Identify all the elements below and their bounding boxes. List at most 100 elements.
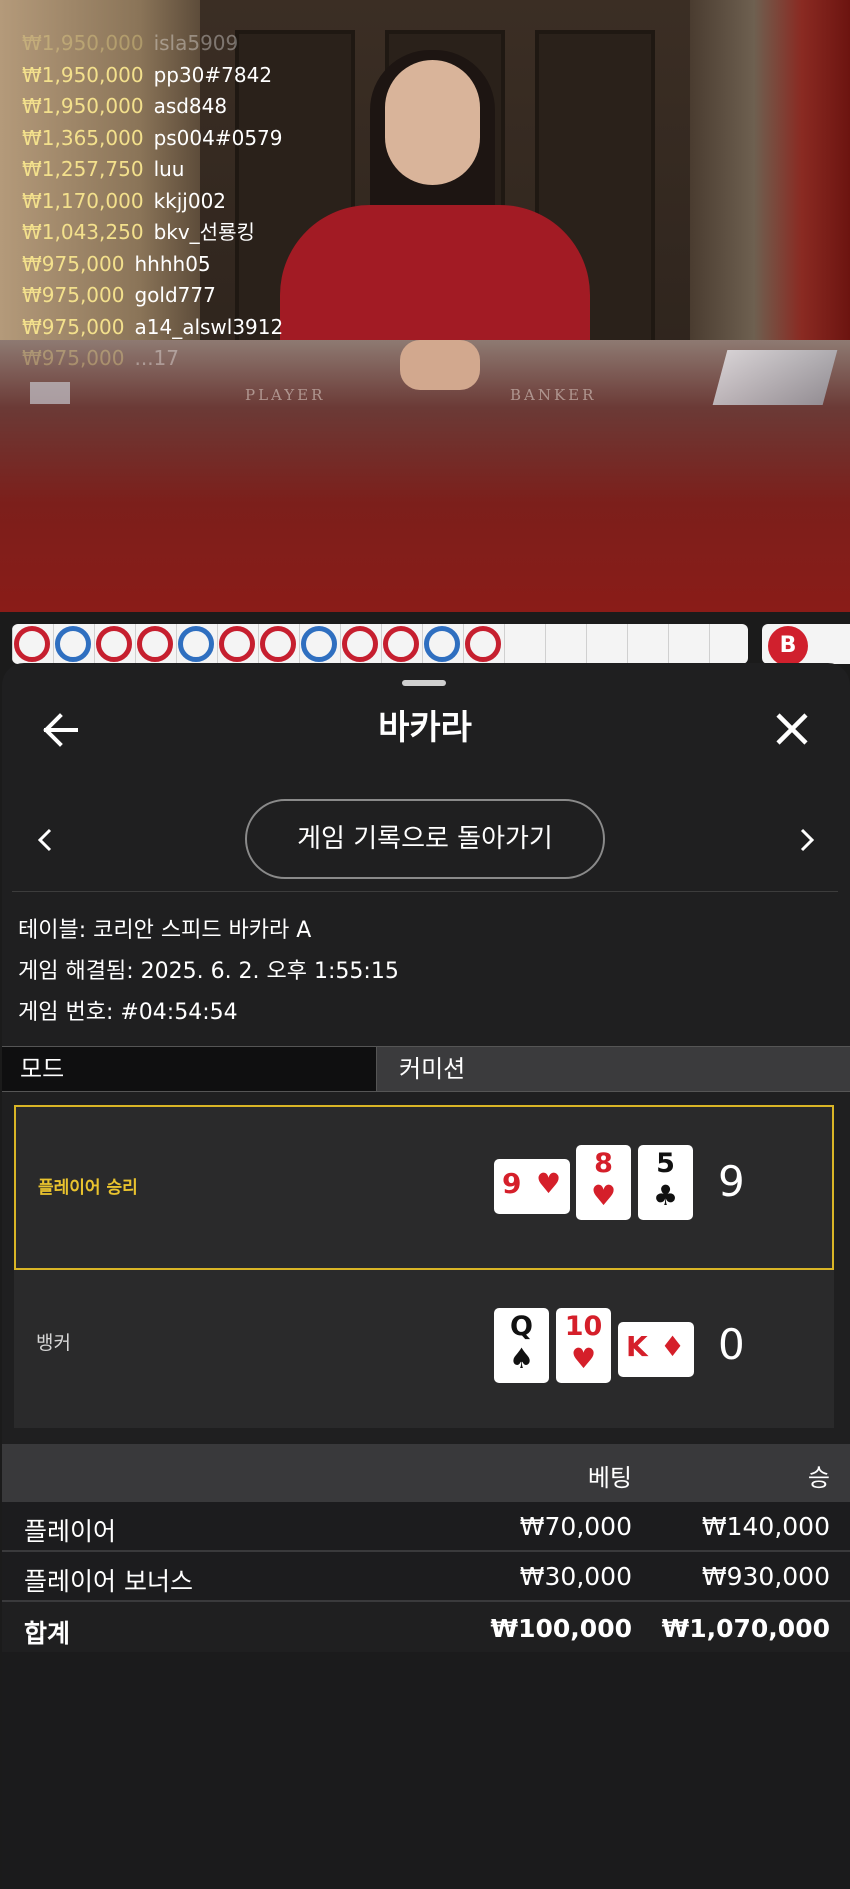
- feed-row: ₩1,257,750 luu: [22, 154, 283, 186]
- roadmap-player-cell: [383, 626, 419, 662]
- card-rank: Q: [510, 1311, 533, 1342]
- roadmap-gridline: [135, 624, 136, 664]
- roadmap-banker-cell: [178, 626, 214, 662]
- banker-score: 0: [718, 1320, 745, 1369]
- card-rank: 10: [564, 1311, 603, 1342]
- card-suit: ♥: [590, 1179, 617, 1212]
- roadmap-banker-cell: [424, 626, 460, 662]
- roadmap-gridline: [668, 624, 669, 664]
- bet-amount: ₩70,000: [519, 1512, 632, 1541]
- roadmap-player-cell: [137, 626, 173, 662]
- win-amount: ₩140,000: [701, 1512, 830, 1541]
- feed-row: ₩1,950,000 pp30#7842: [22, 60, 283, 92]
- total-row: 합계 ₩100,000 ₩1,070,000: [2, 1604, 850, 1652]
- roadmap-summary[interactable]: B: [762, 624, 850, 666]
- tab-mode[interactable]: 모드: [2, 1047, 376, 1091]
- roadmap-gridline: [709, 624, 710, 664]
- card-suit: ♣: [652, 1179, 679, 1212]
- playing-card: 9 ♥: [494, 1159, 570, 1214]
- card-suit: ♠: [508, 1342, 535, 1375]
- playing-card: 8 ♥: [576, 1145, 631, 1220]
- feed-amount: ₩1,043,250: [22, 220, 144, 244]
- sheet-drag-handle[interactable]: [402, 680, 446, 686]
- chevron-left-icon[interactable]: [30, 822, 60, 858]
- player-score: 9: [718, 1157, 745, 1206]
- feed-row: ₩975,000 hhhh05: [22, 249, 283, 281]
- resolved-time: 게임 해결됨: 2025. 6. 2. 오후 1:55:15: [18, 959, 399, 984]
- dealer-hands: [400, 340, 480, 390]
- feed-amount: ₩975,000: [22, 346, 125, 370]
- feed-amount: ₩1,950,000: [22, 94, 144, 118]
- roadmap-strip[interactable]: [12, 624, 748, 664]
- card-rank: K: [626, 1330, 648, 1363]
- player-result: 플레이어 승리 9 ♥ 8 ♥ 5 ♣ 9: [14, 1105, 834, 1270]
- feed-amount: ₩1,365,000: [22, 125, 144, 150]
- card-rank: 9: [502, 1167, 522, 1200]
- roadmap-player-cell: [465, 626, 501, 662]
- feed-row: ₩1,365,000 ps004#0579: [22, 123, 283, 155]
- feed-user: a14_alswl3912: [134, 314, 284, 339]
- win-column-header: 승: [807, 1464, 830, 1492]
- roadmap-player-cell: [219, 626, 255, 662]
- roadmap-gridline: [94, 624, 95, 664]
- feed-amount: ₩1,257,750: [22, 157, 144, 181]
- roadmap-banker-cell: [301, 626, 337, 662]
- pillar-right: [690, 0, 850, 380]
- sheet-title: 바카라: [378, 708, 472, 748]
- feed-user: ps004#0579: [153, 125, 283, 150]
- roadmap-player-cell: [96, 626, 132, 662]
- feed-row: ₩1,950,000 isla5909: [22, 28, 283, 60]
- player-result-label: 플레이어 승리: [38, 1178, 138, 1198]
- card-rank: 5: [656, 1148, 675, 1179]
- bet-name: 플레이어: [24, 1517, 117, 1546]
- roadmap-gridline: [299, 624, 300, 664]
- tab-commission[interactable]: 커미션: [376, 1047, 850, 1091]
- roadmap-player-cell: [14, 626, 50, 662]
- feed-row: ₩975,000 a14_alswl3912: [22, 312, 283, 344]
- feed-row: ₩1,170,000 kkjj002: [22, 186, 283, 218]
- dealer-head: [385, 60, 480, 185]
- feed-user: kkjj002: [153, 188, 227, 213]
- roadmap-gridline: [586, 624, 587, 664]
- tab-bar: 모드 커미션: [2, 1046, 850, 1092]
- feed-amount: ₩1,950,000: [22, 62, 144, 87]
- game-number: 게임 번호: #04:54:54: [18, 1000, 238, 1025]
- sheet-bottom: [2, 1652, 850, 1889]
- roadmap-gridline: [12, 624, 13, 664]
- roadmap-gridline: [545, 624, 546, 664]
- back-to-history-button[interactable]: 게임 기록으로 돌아가기: [245, 799, 605, 879]
- banker-result-label: 뱅커: [36, 1332, 71, 1354]
- table-row: 플레이어 보너스 ₩30,000 ₩930,000: [2, 1552, 850, 1600]
- feed-user: luu: [153, 157, 185, 181]
- banker-result: 뱅커 Q ♠ 10 ♥ K ♦ 0: [14, 1270, 834, 1428]
- card-suit: ♦: [660, 1330, 686, 1363]
- roadmap-gridline: [381, 624, 382, 664]
- row-divider: [2, 1600, 850, 1602]
- feed-user: ...17: [134, 346, 180, 370]
- chip-tray: [30, 382, 70, 404]
- felt-banker-label: BANKER: [510, 386, 597, 404]
- total-label: 합계: [24, 1619, 71, 1648]
- feed-user: asd848: [153, 94, 228, 118]
- feed-user: hhhh05: [134, 251, 211, 276]
- bet-name: 플레이어 보너스: [24, 1567, 193, 1596]
- feed-row: ₩1,950,000 asd848: [22, 91, 283, 123]
- live-video: PLAYER BANKER ₩1,950,000 isla5909 ₩1,950,0…: [0, 0, 850, 612]
- live-winners-feed: ₩1,950,000 isla5909 ₩1,950,000 pp30#7842 ₩1,…: [22, 28, 283, 375]
- close-icon[interactable]: [770, 707, 814, 751]
- chevron-right-icon[interactable]: [792, 822, 822, 858]
- divider: [12, 891, 838, 892]
- roadmap-banker-cell: [55, 626, 91, 662]
- total-bet: ₩100,000: [490, 1614, 632, 1643]
- card-suit: ♥: [570, 1342, 597, 1375]
- roadmap-gridline: [176, 624, 177, 664]
- feed-amount: ₩1,950,000: [22, 31, 144, 55]
- feed-user: bkv_선룡킹: [153, 220, 255, 244]
- bet-amount: ₩30,000: [519, 1562, 632, 1591]
- card-rank: 8: [594, 1148, 613, 1179]
- playing-card: 5 ♣: [638, 1145, 693, 1220]
- table-name: 테이블: 코리안 스피드 바카라 A: [18, 918, 312, 943]
- bet-table-header: 베팅 승: [2, 1444, 850, 1502]
- playing-card: Q ♠: [494, 1308, 549, 1383]
- roadmap-player-cell: [260, 626, 296, 662]
